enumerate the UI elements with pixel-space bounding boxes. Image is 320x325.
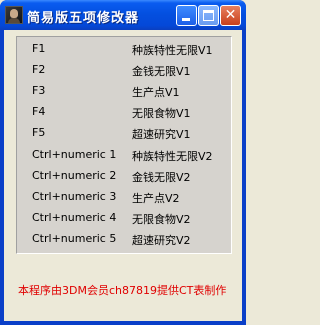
hotkey-row: Ctrl+numeric 3 生产点V2	[17, 190, 233, 206]
hotkey-key: Ctrl+numeric 2	[32, 169, 117, 182]
minimize-button[interactable]	[176, 5, 197, 26]
character-portrait-icon[interactable]	[5, 6, 23, 24]
hotkey-key: Ctrl+numeric 4	[32, 211, 117, 224]
hotkey-row: Ctrl+numeric 2 金钱无限V2	[17, 169, 233, 185]
client-area: F1 种族特性无限V1 F2 金钱无限V1 F3 生产点V1 F4 无限食物V1…	[4, 30, 242, 321]
hotkey-key: F1	[32, 42, 46, 55]
trainer-window: 简易版五项修改器 ✕ F1 种族特性无限V1 F2 金钱无限V1 F3 生产点V…	[0, 0, 246, 325]
hotkey-row: Ctrl+numeric 5 超速研究V2	[17, 232, 233, 248]
close-icon: ✕	[224, 7, 237, 23]
hotkey-row: F3 生产点V1	[17, 84, 233, 100]
hotkey-function: 种族特性无限V1	[132, 44, 213, 57]
hotkey-function: 金钱无限V1	[132, 65, 191, 78]
hotkey-row: F4 无限食物V1	[17, 105, 233, 121]
title-bar[interactable]: 简易版五项修改器 ✕	[0, 0, 246, 30]
hotkey-key: Ctrl+numeric 3	[32, 190, 117, 203]
hotkey-function: 生产点V2	[132, 192, 180, 205]
hotkey-list-panel: F1 种族特性无限V1 F2 金钱无限V1 F3 生产点V1 F4 无限食物V1…	[16, 36, 232, 254]
hotkey-row: F5 超速研究V1	[17, 126, 233, 142]
hotkey-key: Ctrl+numeric 1	[32, 148, 117, 161]
hotkey-row: Ctrl+numeric 4 无限食物V2	[17, 211, 233, 227]
hotkey-function: 金钱无限V2	[132, 171, 191, 184]
hotkey-key: F4	[32, 105, 46, 118]
maximize-icon	[203, 10, 214, 21]
hotkey-function: 无限食物V1	[132, 107, 191, 120]
hotkey-function: 生产点V1	[132, 86, 180, 99]
hotkey-key: Ctrl+numeric 5	[32, 232, 117, 245]
hotkey-row: F2 金钱无限V1	[17, 63, 233, 79]
maximize-button[interactable]	[198, 5, 219, 26]
hotkey-key: F2	[32, 63, 46, 76]
minimize-icon	[182, 18, 190, 21]
hotkey-row: Ctrl+numeric 1 种族特性无限V2	[17, 148, 233, 164]
hotkey-function: 无限食物V2	[132, 213, 191, 226]
hotkey-key: F3	[32, 84, 46, 97]
credit-text: 本程序由3DM会员ch87819提供CT表制作	[18, 284, 227, 297]
window-title: 简易版五项修改器	[27, 11, 140, 26]
hotkey-function: 超速研究V1	[132, 128, 191, 141]
hotkey-row: F1 种族特性无限V1	[17, 42, 233, 58]
hotkey-function: 种族特性无限V2	[132, 150, 213, 163]
close-button[interactable]: ✕	[220, 5, 241, 26]
hotkey-function: 超速研究V2	[132, 234, 191, 247]
hotkey-key: F5	[32, 126, 46, 139]
